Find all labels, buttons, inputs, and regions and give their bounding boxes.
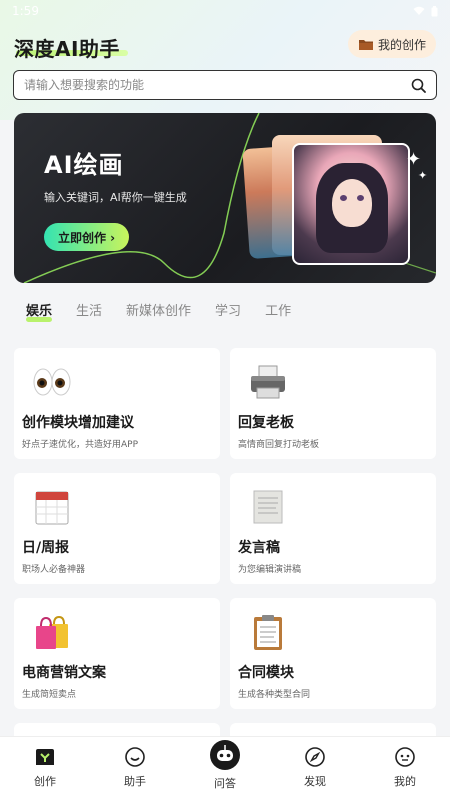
bottom-nav: 创作 助手 问答 发现 我的 [0,736,450,800]
nav-mine-label: 我的 [394,775,416,788]
status-time: 1:59 [12,4,39,18]
nav-create-label: 创作 [34,775,56,788]
feature-grid: 创作模块增加建议 好点子速优化，共造好用APP 回复老板 高情商回复打动老板 日… [14,348,436,743]
card-title: 创作模块增加建议 [22,415,134,431]
banner-title: AI绘画 [44,151,124,179]
card-desc: 高情商回复打动老板 [238,440,320,450]
tab-new-media[interactable]: 新媒体创作 [126,300,191,319]
search-input[interactable] [24,78,411,92]
tab-study[interactable]: 学习 [215,300,241,319]
feature-card[interactable]: 电商营销文案 生成简短卖点 [14,598,220,709]
card-title: 发言稿 [238,540,280,556]
sparkle-small-icon: ✦ [418,169,428,182]
my-works-button[interactable]: 我的创作 [347,30,436,58]
battery-icon [431,5,438,16]
create-icon [33,745,57,769]
paper-scroll-icon [248,487,288,527]
wifi-icon [413,6,425,15]
feature-card[interactable]: 日/周报 职场人必备神器 [14,473,220,584]
category-tabs: 娱乐 生活 新媒体创作 学习 工作 [26,300,291,322]
my-works-label: 我的创作 [377,37,426,52]
tab-work[interactable]: 工作 [265,300,291,319]
tab-life[interactable]: 生活 [76,300,102,319]
ai-painting-banner[interactable]: ✦ ✦ AI绘画 输入关键词，AI帮你一键生成 立即创作 › [14,113,436,283]
nav-mine[interactable]: 我的 [370,745,440,789]
card-title: 合同模块 [238,665,294,681]
nav-qa-label: 问答 [214,777,236,790]
search-icon[interactable] [411,78,426,93]
nav-create[interactable]: 创作 [10,745,80,789]
nav-qa[interactable]: 问答 [190,740,260,791]
card-desc: 生成简短卖点 [22,690,77,700]
eyes-icon [32,362,72,402]
compass-icon [303,745,327,769]
feature-card[interactable]: 回复老板 高情商回复打动老板 [230,348,436,459]
clipboard-icon [248,612,288,652]
create-now-label: 立即创作 › [58,230,116,245]
card-desc: 好点子速优化，共造好用APP [22,440,139,450]
nav-discover-label: 发现 [304,775,326,788]
status-icons [413,5,438,17]
card-title: 回复老板 [238,415,294,431]
feature-card[interactable]: 合同模块 生成各种类型合同 [230,598,436,709]
card-desc: 为您编辑演讲稿 [238,565,302,575]
shopping-bags-icon [32,612,72,652]
create-now-button[interactable]: 立即创作 › [44,223,130,251]
tab-entertainment[interactable]: 娱乐 [26,300,53,322]
nav-assistant[interactable]: 助手 [100,745,170,789]
profile-icon [393,745,417,769]
nav-assistant-label: 助手 [124,775,146,788]
card-desc: 职场人必备神器 [22,565,86,575]
card-title: 日/周报 [22,540,70,556]
smile-icon [123,745,147,769]
sample-image-portrait [292,143,410,265]
banner-subtitle: 输入关键词，AI帮你一键生成 [44,191,187,204]
feature-card[interactable]: 发言稿 为您编辑演讲稿 [230,473,436,584]
folder-icon [358,39,373,50]
status-bar: 1:59 [0,0,450,22]
sparkle-icon: ✦ [406,149,422,170]
card-desc: 生成各种类型合同 [238,690,311,700]
app-title: 深度AI助手 [14,37,120,61]
card-title: 电商营销文案 [22,665,106,681]
printer-icon [248,362,288,402]
calendar-icon [32,487,72,527]
feature-card[interactable]: 创作模块增加建议 好点子速优化，共造好用APP [14,348,220,459]
search-bar[interactable] [13,70,437,100]
robot-icon [209,739,241,771]
nav-discover[interactable]: 发现 [280,745,350,789]
